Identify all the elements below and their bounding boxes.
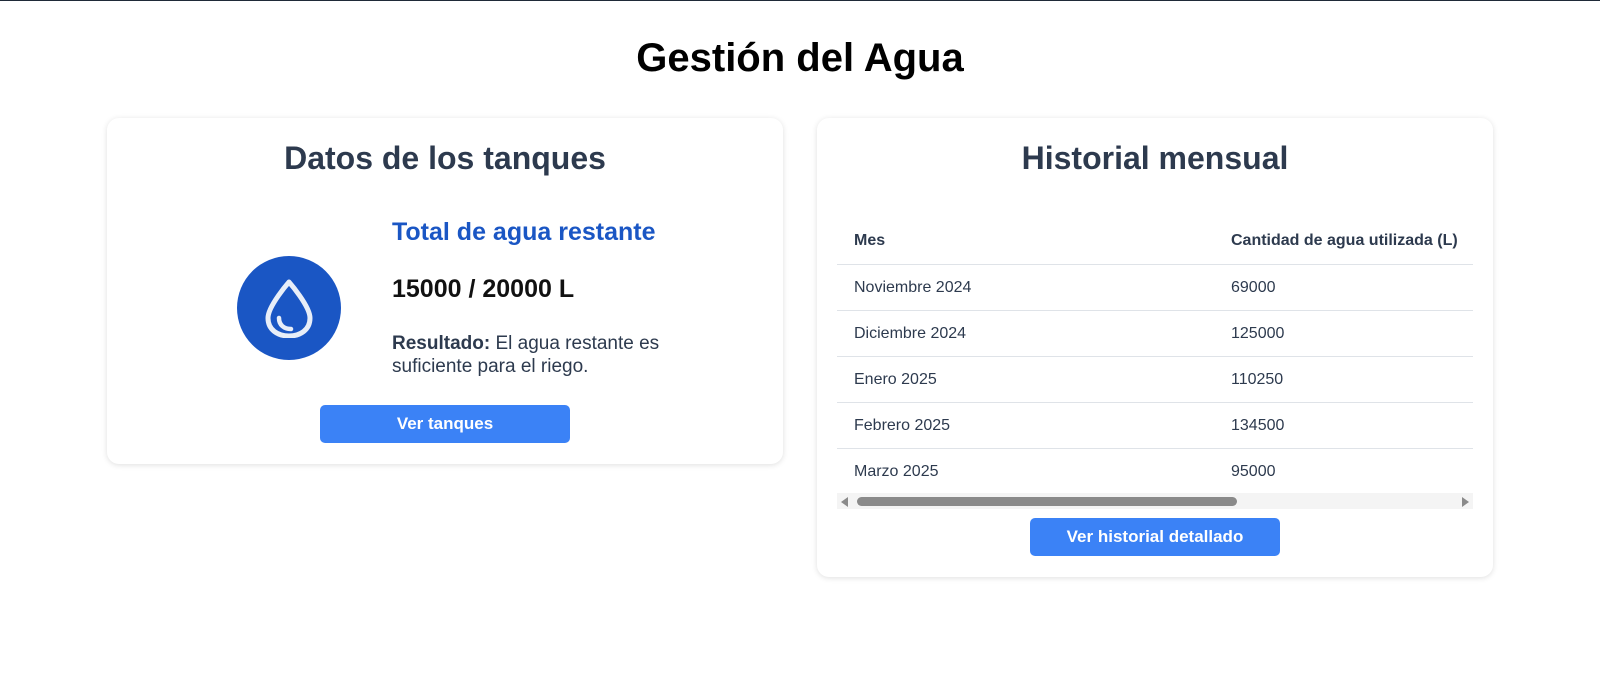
scroll-right-arrow-icon[interactable] [1462, 497, 1469, 507]
column-header-water-used: Cantidad de agua utilizada (L) [1214, 218, 1473, 265]
history-card-title: Historial mensual [1021, 140, 1289, 176]
remaining-water-heading: Total de agua restante [392, 218, 656, 246]
water-drop-icon [237, 256, 341, 360]
horizontal-scrollbar[interactable] [837, 493, 1473, 509]
table-row: Enero 2025 110250 [837, 356, 1473, 403]
history-table-container: Mes Cantidad de agua utilizada (L) Novie… [837, 218, 1473, 500]
scrollbar-thumb[interactable] [857, 497, 1237, 506]
water-used-cell: 110250 [1214, 356, 1473, 403]
tanks-card: Datos de los tanques Total de agua resta… [107, 118, 783, 464]
view-tanks-button[interactable]: Ver tanques [320, 405, 570, 443]
view-detailed-history-button[interactable]: Ver historial detallado [1030, 518, 1280, 556]
table-header-row: Mes Cantidad de agua utilizada (L) [837, 218, 1473, 265]
result-label: Resultado: [392, 333, 491, 354]
water-used-cell: 125000 [1214, 310, 1473, 357]
month-cell: Noviembre 2024 [837, 264, 1214, 311]
month-cell: Enero 2025 [837, 356, 1214, 403]
tanks-card-title: Datos de los tanques [284, 140, 606, 176]
table-row: Marzo 2025 95000 [837, 448, 1473, 495]
history-table: Mes Cantidad de agua utilizada (L) Novie… [837, 218, 1473, 495]
month-cell: Febrero 2025 [837, 402, 1214, 449]
table-row: Noviembre 2024 69000 [837, 264, 1473, 311]
month-cell: Diciembre 2024 [837, 310, 1214, 357]
top-border [0, 0, 1600, 1]
water-used-cell: 134500 [1214, 402, 1473, 449]
month-cell: Marzo 2025 [837, 448, 1214, 495]
scroll-left-arrow-icon[interactable] [841, 497, 848, 507]
history-card: Historial mensual Mes Cantidad de agua u… [817, 118, 1493, 577]
page-title: Gestión del Agua [636, 36, 964, 80]
water-used-cell: 69000 [1214, 264, 1473, 311]
column-header-month: Mes [837, 218, 1214, 265]
water-used-cell: 95000 [1214, 448, 1473, 495]
table-row: Diciembre 2024 125000 [837, 310, 1473, 357]
table-row: Febrero 2025 134500 [837, 402, 1473, 449]
result-text: Resultado: El agua restante es suficient… [392, 332, 682, 378]
remaining-water-amount: 15000 / 20000 L [392, 275, 575, 303]
